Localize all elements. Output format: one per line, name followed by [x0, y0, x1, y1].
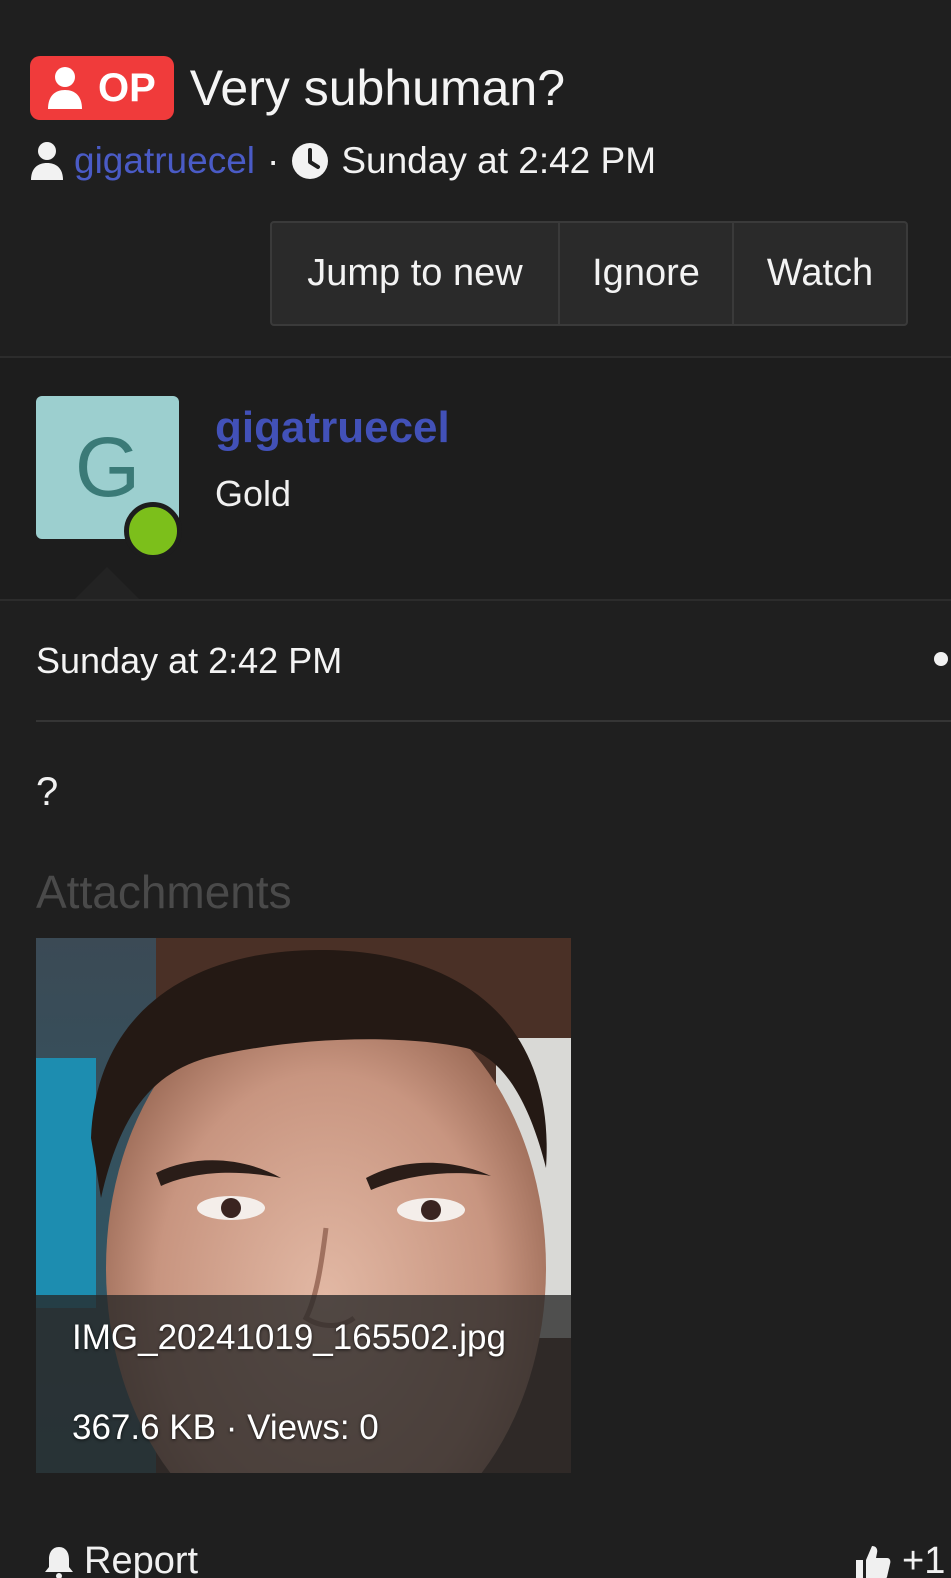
thread-title: Very subhuman?	[189, 60, 566, 116]
user-title: Gold	[215, 473, 292, 514]
attachment-meta: 367.6 KB · Views: 0	[72, 1408, 379, 1447]
jump-to-new-button[interactable]: Jump to new	[272, 223, 560, 324]
thread-meta: gigatruecel · Sunday at 2:42 PM	[30, 140, 656, 182]
post-body: ?	[36, 770, 59, 814]
thread-title-row: OP Very subhuman?	[30, 56, 565, 120]
post-username[interactable]: gigatruecel	[215, 403, 450, 453]
thread-date[interactable]: Sunday at 2:42 PM	[341, 140, 656, 182]
reaction-label: +1	[902, 1540, 946, 1578]
attachments-heading: Attachments	[36, 866, 292, 918]
post-menu-indicator[interactable]	[934, 652, 948, 666]
attachment-thumbnail[interactable]: IMG_20241019_165502.jpg 367.6 KB · Views…	[36, 938, 571, 1473]
attachment-filename: IMG_20241019_165502.jpg	[72, 1318, 506, 1357]
thread-page: OP Very subhuman? gigatruecel · Sunday a…	[0, 0, 951, 1578]
online-status-indicator	[124, 502, 182, 560]
watch-button[interactable]: Watch	[734, 223, 906, 324]
op-badge: OP	[30, 56, 174, 120]
user-icon	[48, 67, 82, 109]
thread-actions: Jump to new Ignore Watch	[270, 221, 908, 326]
report-label: Report	[84, 1540, 199, 1578]
meta-separator: ·	[267, 140, 280, 181]
ignore-button[interactable]: Ignore	[560, 223, 734, 324]
user-icon	[31, 142, 63, 180]
report-link[interactable]: Report	[44, 1540, 198, 1578]
post-date[interactable]: Sunday at 2:42 PM	[36, 640, 342, 682]
user-block-pointer	[74, 567, 140, 600]
post-user-block: G gigatruecel Gold	[0, 358, 951, 600]
divider	[0, 599, 951, 601]
thread-author-link[interactable]: gigatruecel	[74, 140, 255, 182]
reaction-button[interactable]: +1	[852, 1540, 945, 1578]
thumbs-up-icon	[856, 1545, 891, 1578]
op-badge-label: OP	[98, 65, 156, 110]
divider	[36, 720, 951, 722]
bell-icon	[45, 1546, 73, 1578]
clock-icon	[292, 143, 329, 179]
